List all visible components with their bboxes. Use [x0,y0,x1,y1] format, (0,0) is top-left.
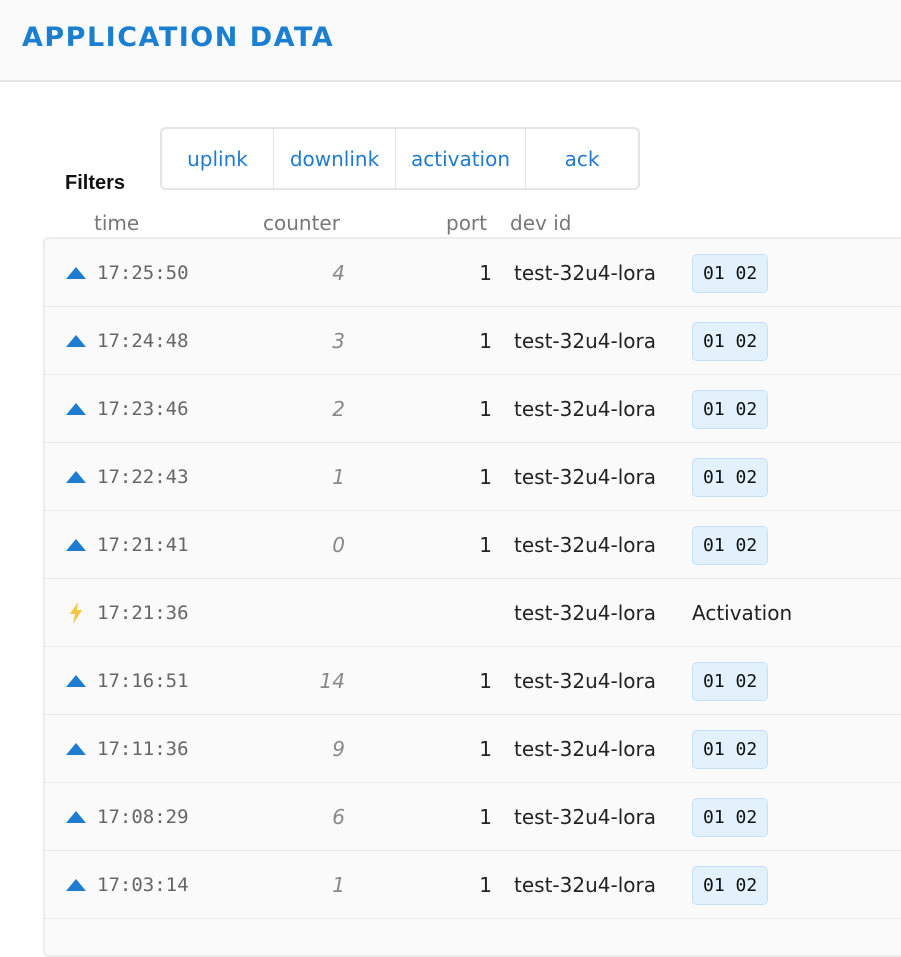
triangle-up-icon [65,511,87,579]
row-counter: 14 [319,669,345,693]
payload-badge: 01 02 [692,865,769,905]
table-row[interactable]: 17:08:29 6 1 test-32u4-lora 01 02 [45,783,901,851]
row-dev-id: test-32u4-lora [514,465,656,489]
row-dev-id: test-32u4-lora [514,329,656,353]
row-counter: 4 [332,261,345,285]
row-port: 1 [479,737,492,761]
row-port: 1 [479,805,492,829]
triangle-up-icon [65,783,87,851]
payload-badge: 01 02 [692,321,769,361]
row-dev-id: test-32u4-lora [514,261,656,285]
row-time: 17:08:29 [97,806,189,828]
table-row[interactable]: 17:25:50 4 1 test-32u4-lora 01 02 [45,239,901,307]
filter-uplink-button[interactable]: uplink [162,129,274,188]
row-port: 1 [479,465,492,489]
table-row[interactable]: 17:21:41 0 1 test-32u4-lora 01 02 [45,511,901,579]
filter-downlink-button[interactable]: downlink [274,129,396,188]
row-counter: 2 [332,397,345,421]
table-row[interactable]: 17:24:48 3 1 test-32u4-lora 01 02 [45,307,901,375]
row-payload: 01 02 [692,239,769,307]
payload-badge: 01 02 [692,729,769,769]
row-counter [245,579,345,647]
payload-badge: 01 02 [692,457,769,497]
table-row[interactable]: 17:16:51 14 1 test-32u4-lora 01 02 [45,647,901,715]
row-counter: 6 [332,805,345,829]
row-dev-id: test-32u4-lora [514,601,656,625]
row-time: 17:16:51 [97,670,189,692]
row-port [405,579,492,647]
row-counter: 9 [332,737,345,761]
row-payload: 01 02 [692,511,769,579]
row-payload: 01 02 [692,375,769,443]
page-header: APPLICATION DATA [0,0,901,82]
row-payload: Activation [692,579,792,647]
triangle-up-icon [65,851,87,919]
row-payload: 01 02 [692,783,769,851]
column-header-dev-id[interactable]: dev id [510,211,571,235]
row-counter: 3 [332,329,345,353]
row-port: 1 [479,873,492,897]
column-header-time[interactable]: time [94,211,139,235]
row-payload: 01 02 [692,851,769,919]
row-port: 1 [479,329,492,353]
row-time: 17:03:14 [97,874,189,896]
row-time: 17:21:41 [97,534,189,556]
page-title: APPLICATION DATA [22,22,335,53]
table-row[interactable]: 17:03:14 1 1 test-32u4-lora 01 02 [45,851,901,919]
filter-activation-button[interactable]: activation [396,129,526,188]
row-dev-id: test-32u4-lora [514,737,656,761]
row-time: 17:23:46 [97,398,189,420]
filter-ack-button[interactable]: ack [526,129,638,188]
payload-badge: 01 02 [692,525,769,565]
row-dev-id: test-32u4-lora [514,397,656,421]
filters-label: Filters [65,172,126,194]
triangle-up-icon [65,647,87,715]
column-header-counter[interactable]: counter [263,211,340,235]
triangle-up-icon [65,715,87,783]
triangle-up-icon [65,375,87,443]
activation-label: Activation [692,601,793,625]
row-port: 1 [479,397,492,421]
row-dev-id: test-32u4-lora [514,533,656,557]
payload-badge: 01 02 [692,253,769,293]
payload-badge: 01 02 [692,389,769,429]
row-time: 17:25:50 [97,262,189,284]
row-time: 17:24:48 [97,330,189,352]
row-counter: 0 [332,533,345,557]
payload-badge: 01 02 [692,797,769,837]
row-payload: 01 02 [692,443,769,511]
triangle-up-icon [65,443,87,511]
table-row[interactable]: 17:23:46 2 1 test-32u4-lora 01 02 [45,375,901,443]
payload-badge: 01 02 [692,661,769,701]
triangle-up-icon [65,239,87,307]
row-time: 17:22:43 [97,466,189,488]
lightning-bolt-icon [65,579,87,647]
row-counter: 1 [332,465,345,489]
row-payload: 01 02 [692,647,769,715]
table-row[interactable]: 17:21:36 test-32u4-lora Activation [45,579,901,647]
triangle-up-icon [65,307,87,375]
row-time: 17:21:36 [97,602,189,624]
table-row[interactable]: 17:22:43 1 1 test-32u4-lora 01 02 [45,443,901,511]
row-payload: 01 02 [692,307,769,375]
row-counter: 1 [332,873,345,897]
table-row[interactable]: 17:11:36 9 1 test-32u4-lora 01 02 [45,715,901,783]
row-port: 1 [479,533,492,557]
filter-button-group: uplink downlink activation ack [160,127,640,190]
column-header-port[interactable]: port [446,211,487,235]
row-port: 1 [479,669,492,693]
row-port: 1 [479,261,492,285]
data-table: 17:25:50 4 1 test-32u4-lora 01 02 17:24:48 3 1 t… [43,237,901,957]
row-dev-id: test-32u4-lora [514,873,656,897]
row-dev-id: test-32u4-lora [514,805,656,829]
row-payload: 01 02 [692,715,769,783]
row-time: 17:11:36 [97,738,189,760]
row-dev-id: test-32u4-lora [514,669,656,693]
